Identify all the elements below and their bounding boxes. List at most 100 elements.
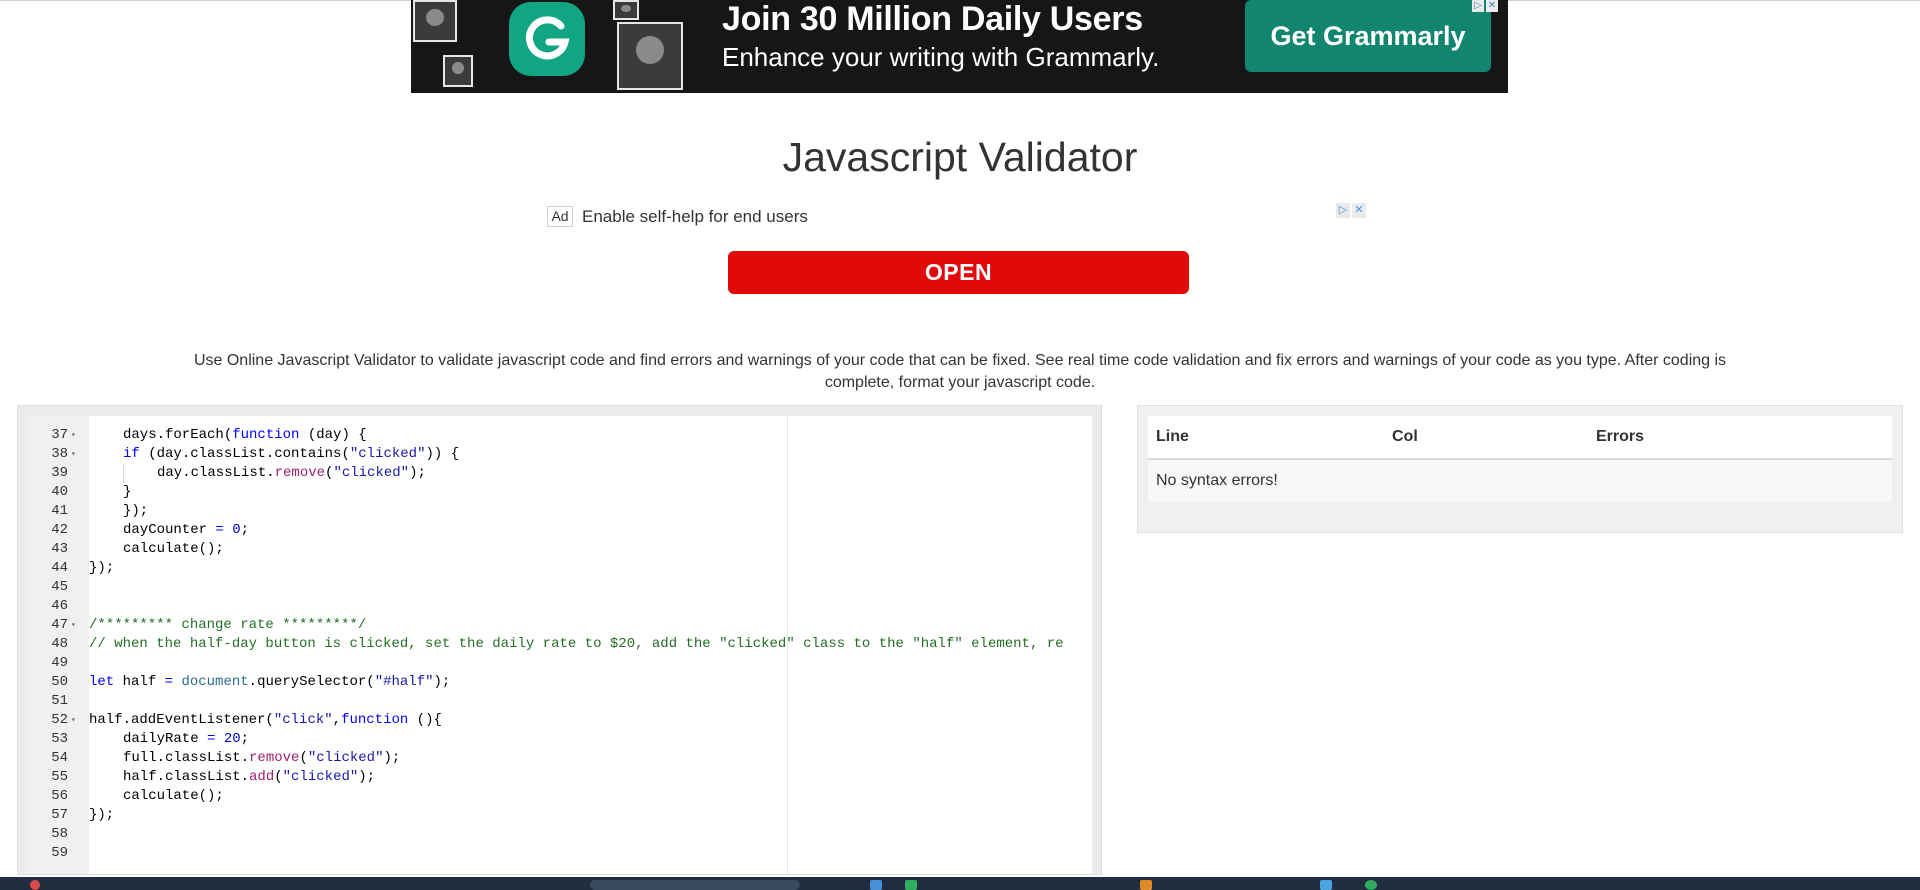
code-line[interactable]: 37 ▾ days.forEach(function (day) {	[28, 426, 1092, 445]
app-icon[interactable]	[1365, 880, 1377, 890]
code-line[interactable]: 57});	[28, 806, 1092, 825]
app-icon[interactable]	[30, 880, 40, 890]
table-row: No syntax errors!	[1148, 459, 1892, 502]
code-line[interactable]: 39 day.classList.remove("clicked");	[28, 464, 1092, 483]
fold-toggle-icon[interactable]: ▾	[71, 445, 81, 464]
banner-subline: Enhance your writing with Grammarly.	[722, 42, 1160, 72]
code-token: function	[232, 427, 300, 443]
column-header-line: Line	[1148, 416, 1384, 460]
code-token: "clicked"	[282, 769, 359, 785]
errors-panel: Line Col Errors No syntax errors!	[1137, 405, 1903, 533]
taskbar-search[interactable]	[590, 880, 800, 890]
code-line[interactable]: 50 let half = document.querySelector("#ha…	[28, 673, 1092, 692]
ad-text[interactable]: Enable self-help for end users	[582, 207, 808, 227]
code-text: full.classList.remove("clicked");	[89, 749, 400, 768]
code-token: ;	[240, 731, 250, 747]
code-line[interactable]: 42 dayCounter = 0;	[28, 521, 1092, 540]
app-icon[interactable]	[1140, 880, 1152, 890]
code-token: // when the half-day button is clicked, …	[89, 636, 1064, 652]
line-number: 52	[51, 712, 68, 728]
adchoices-icon[interactable]: ▷ ✕	[1336, 203, 1366, 218]
page-description: Use Online Javascript Validator to valid…	[193, 352, 1727, 391]
line-number: 40	[51, 484, 68, 500]
errors-table: Line Col Errors No syntax errors!	[1148, 416, 1892, 502]
code-line[interactable]: 45	[28, 578, 1092, 597]
code-token: ,	[332, 712, 342, 728]
code-line[interactable]: 56 calculate();	[28, 787, 1092, 806]
code-token: "click"	[273, 712, 333, 728]
line-number: 39	[51, 465, 68, 481]
code-token: half	[114, 674, 165, 690]
app-icon[interactable]	[905, 880, 917, 890]
code-line[interactable]: 54 full.classList.remove("clicked");	[28, 749, 1092, 768]
code-text: calculate();	[89, 787, 224, 806]
code-token: half.addEventListener(	[89, 712, 274, 728]
get-grammarly-button[interactable]: Get Grammarly	[1245, 0, 1491, 72]
code-token: );	[409, 465, 426, 481]
line-number: 38	[51, 446, 68, 462]
code-line[interactable]: 46	[28, 597, 1092, 616]
line-number: 48	[51, 636, 68, 652]
code-line[interactable]: 58	[28, 825, 1092, 844]
code-line[interactable]: 38 ▾ if (day.classList.contains("clicked")…	[28, 445, 1092, 464]
line-number: 59	[51, 845, 68, 861]
line-number: 42	[51, 522, 68, 538]
app-icon[interactable]	[870, 880, 882, 890]
code-token: remove	[274, 465, 326, 481]
code-token: });	[123, 503, 149, 519]
ad-open-button[interactable]: OPEN	[728, 251, 1189, 294]
fold-toggle-icon[interactable]: ▾	[71, 616, 81, 635]
code-line[interactable]: 41});	[28, 502, 1092, 521]
code-text: // when the half-day button is clicked, …	[89, 635, 1064, 654]
code-token: }	[123, 484, 132, 500]
code-line[interactable]: 47 ▾ /********* change rate *********/	[28, 616, 1092, 635]
grammarly-g-icon	[509, 2, 585, 76]
code-text: let half = document.querySelector("#half…	[89, 673, 450, 692]
line-number: 56	[51, 788, 68, 804]
ad-badge: Ad	[547, 206, 573, 227]
person-photo	[617, 22, 683, 90]
code-token: (	[299, 750, 308, 766]
code-token: =	[164, 674, 174, 690]
code-line[interactable]: 48 // when the half-day button is clicked…	[28, 635, 1092, 654]
code-token: "clicked"	[333, 465, 410, 481]
code-token: );	[358, 769, 376, 785]
code-token: );	[383, 750, 401, 766]
code-text: dailyRate = 20;	[89, 730, 249, 749]
line-number: 58	[51, 826, 68, 842]
page-title: Javascript Validator	[782, 134, 1138, 180]
code-text: days.forEach(function (day) {	[89, 426, 367, 445]
code-line[interactable]: 49	[28, 654, 1092, 673]
code-token: "clicked"	[349, 446, 426, 462]
grammarly-banner-ad[interactable]: Join 30 Million Daily Users Enhance your…	[411, 0, 1508, 93]
code-line[interactable]: 51	[28, 692, 1092, 711]
code-line[interactable]: 43 calculate();	[28, 540, 1092, 559]
code-line[interactable]: 55 half.classList.add("clicked");	[28, 768, 1092, 787]
code-token: .querySelector(	[248, 674, 375, 690]
column-header-col: Col	[1384, 416, 1588, 460]
code-line[interactable]: 44});	[28, 559, 1092, 578]
code-line[interactable]: 53 dailyRate = 20;	[28, 730, 1092, 749]
code-token: if	[123, 446, 140, 462]
adchoices-icon[interactable]: ▷ ✕	[1472, 0, 1498, 12]
fold-toggle-icon[interactable]: ▾	[71, 426, 81, 445]
person-photo	[443, 55, 473, 87]
line-number: 53	[51, 731, 68, 747]
fold-toggle-icon[interactable]: ▾	[71, 711, 81, 730]
code-token: half.classList.	[123, 769, 250, 785]
line-number: 55	[51, 769, 68, 785]
code-line[interactable]: 52 ▾ half.addEventListener("click",functio…	[28, 711, 1092, 730]
line-number: 37	[51, 427, 68, 443]
column-header-errors: Errors	[1588, 416, 1892, 460]
code-token: (	[274, 769, 283, 785]
code-text: });	[89, 502, 148, 521]
no-errors-message: No syntax errors!	[1148, 459, 1892, 502]
code-token: function	[341, 712, 409, 728]
code-line[interactable]: 40}	[28, 483, 1092, 502]
code-token: day.classList.	[157, 465, 275, 481]
code-line[interactable]: 59	[28, 844, 1092, 863]
app-icon[interactable]	[1320, 880, 1332, 890]
code-token: 20	[223, 731, 241, 747]
code-editor[interactable]: 37 ▾ days.forEach(function (day) {38 ▾ if (d…	[28, 416, 1092, 874]
line-number: 45	[51, 579, 68, 595]
